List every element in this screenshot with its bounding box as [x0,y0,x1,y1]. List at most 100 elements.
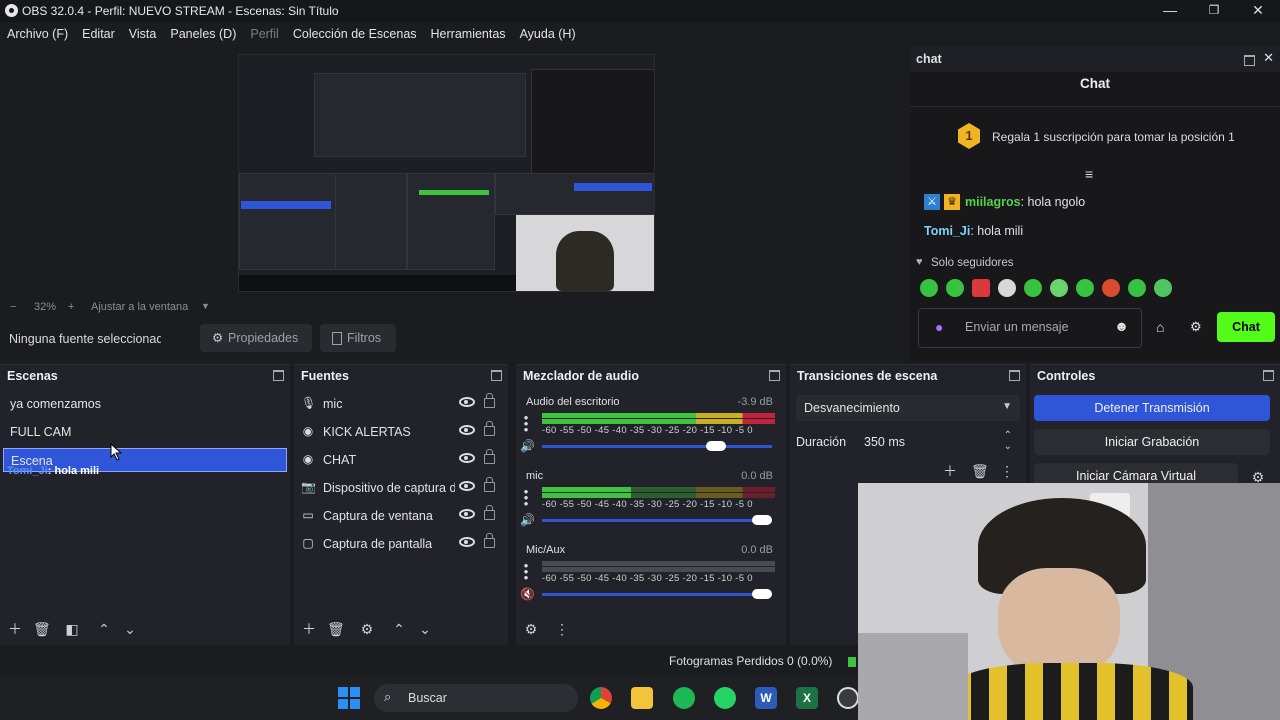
add-transition-button[interactable]: ＋ [942,463,958,479]
duration-spinbox[interactable]: 350 ms ⌃ ⌄ [856,429,1020,455]
emote-icon[interactable] [1050,279,1068,297]
remove-transition-button[interactable]: 🗑 [971,463,989,479]
channel-menu-icon[interactable]: • • • [523,559,529,584]
obs-taskbar-icon[interactable] [837,687,859,709]
transition-menu-button[interactable]: ⋮ [999,463,1015,479]
menu-tools[interactable]: Herramientas [424,27,513,41]
visibility-eye-icon[interactable] [459,453,475,463]
source-item[interactable]: ▢ Captura de pantalla [298,531,500,557]
excel-icon[interactable]: X [796,687,818,709]
spotify-icon[interactable] [673,687,695,709]
move-down-button[interactable]: ⌄ [122,621,138,637]
source-item[interactable]: 🎙 mic [298,391,500,417]
chat-input[interactable]: ● Enviar un mensaje ☻ [918,308,1142,348]
move-down-button[interactable]: ⌄ [417,621,433,637]
source-item[interactable]: ◉ CHAT [298,447,500,473]
move-up-button[interactable]: ⌃ [391,621,407,637]
scene-filters-button[interactable]: ◧ [64,621,80,637]
menu-help[interactable]: Ayuda (H) [513,27,583,41]
lock-icon[interactable] [484,505,495,520]
speaker-muted-icon[interactable]: 🔇 [520,587,535,601]
mixer-menu-button[interactable]: ⋮ [554,621,570,637]
volume-slider[interactable] [542,589,772,599]
transition-select[interactable]: Desvanecimiento ▼ [796,395,1020,421]
close-button[interactable]: ✕ [1236,0,1280,22]
visibility-eye-icon[interactable] [459,537,475,547]
volume-slider[interactable] [542,515,772,525]
emote-icon[interactable] [946,279,964,297]
filters-button[interactable]: Filtros [320,324,396,352]
fit-window-select[interactable]: Ajustar a la ventana [91,301,188,313]
channel-menu-icon[interactable]: • • • [523,485,529,510]
undock-icon[interactable] [1263,370,1274,381]
visibility-eye-icon[interactable] [459,509,475,519]
add-source-button[interactable]: ＋ [301,621,317,637]
undock-icon[interactable] [491,370,502,381]
menu-profile[interactable]: Perfil [243,27,285,41]
emote-icon[interactable] [1154,279,1172,297]
emote-icon[interactable] [1076,279,1094,297]
source-properties-button[interactable]: ⚙ [359,621,375,637]
menu-scene-collection[interactable]: Colección de Escenas [286,27,424,41]
emote-icon[interactable] [998,279,1016,297]
microphone-icon[interactable]: ● [935,319,943,335]
windows-start-icon[interactable] [338,687,360,709]
chrome-icon[interactable] [590,687,612,709]
scene-item[interactable]: ya comenzamos [3,392,287,416]
emote-icon[interactable] [1024,279,1042,297]
source-item[interactable]: 📷 Dispositivo de captura de video [298,475,500,501]
lock-icon[interactable] [484,393,495,408]
close-icon[interactable]: ✕ [1263,50,1274,66]
chat-user[interactable]: Tomi_Ji [924,224,970,238]
undock-icon[interactable] [769,370,780,381]
word-icon[interactable]: W [755,687,777,709]
speaker-icon[interactable]: 🔊 [520,513,535,527]
minimize-button[interactable]: — [1148,0,1192,22]
emoji-icon[interactable]: ☻ [1114,318,1129,334]
spin-arrows-icon[interactable]: ⌃ ⌄ [1004,430,1012,452]
slider-knob[interactable] [706,441,726,451]
emote-icon[interactable] [920,279,938,297]
undock-icon[interactable] [1244,55,1255,66]
add-scene-button[interactable]: ＋ [7,621,23,637]
pinned-menu-icon[interactable]: ≡ [1085,166,1093,182]
chevron-down-icon[interactable]: ▼ [201,301,210,311]
preview-canvas[interactable] [238,54,655,292]
speaker-icon[interactable]: 🔊 [520,439,535,453]
advanced-audio-button[interactable]: ⚙ [523,621,539,637]
taskbar-search[interactable]: ⌕ Buscar [374,684,578,712]
zoom-out-button[interactable]: − [10,301,16,313]
menu-edit[interactable]: Editar [75,27,122,41]
visibility-eye-icon[interactable] [459,425,475,435]
remove-scene-button[interactable]: 🗑 [33,621,51,637]
chat-user[interactable]: miilagros [965,195,1021,209]
slider-knob[interactable] [752,589,772,599]
menu-docks[interactable]: Paneles (D) [163,27,243,41]
visibility-eye-icon[interactable] [459,397,475,407]
lock-icon[interactable] [484,533,495,548]
source-item[interactable]: ◉ KICK ALERTAS [298,419,500,445]
volume-slider[interactable] [542,441,772,451]
gear-icon[interactable]: ⚙ [1190,319,1202,335]
properties-button[interactable]: ⚙ Propiedades [200,324,312,352]
gift-subscription-text[interactable]: Regala 1 suscripción para tomar la posic… [992,130,1235,144]
move-up-button[interactable]: ⌃ [96,621,112,637]
channel-menu-icon[interactable]: • • • [523,411,529,436]
undock-icon[interactable] [273,370,284,381]
whatsapp-icon[interactable] [714,687,736,709]
maximize-button[interactable]: ❐ [1192,0,1236,22]
remove-source-button[interactable]: 🗑 [327,621,345,637]
stop-streaming-button[interactable]: Detener Transmisión [1034,395,1270,421]
lock-icon[interactable] [484,421,495,436]
start-recording-button[interactable]: Iniciar Grabación [1034,429,1270,455]
visibility-eye-icon[interactable] [459,481,475,491]
scene-item[interactable]: FULL CAM [3,420,287,444]
emote-icon[interactable] [972,279,990,297]
emote-icon[interactable] [1128,279,1146,297]
store-icon[interactable]: ⌂ [1156,319,1164,335]
chat-send-button[interactable]: Chat [1217,312,1275,342]
menu-file[interactable]: Archivo (F) [0,27,75,41]
lock-icon[interactable] [484,477,495,492]
folder-icon[interactable] [631,687,653,709]
zoom-in-button[interactable]: + [68,301,74,313]
